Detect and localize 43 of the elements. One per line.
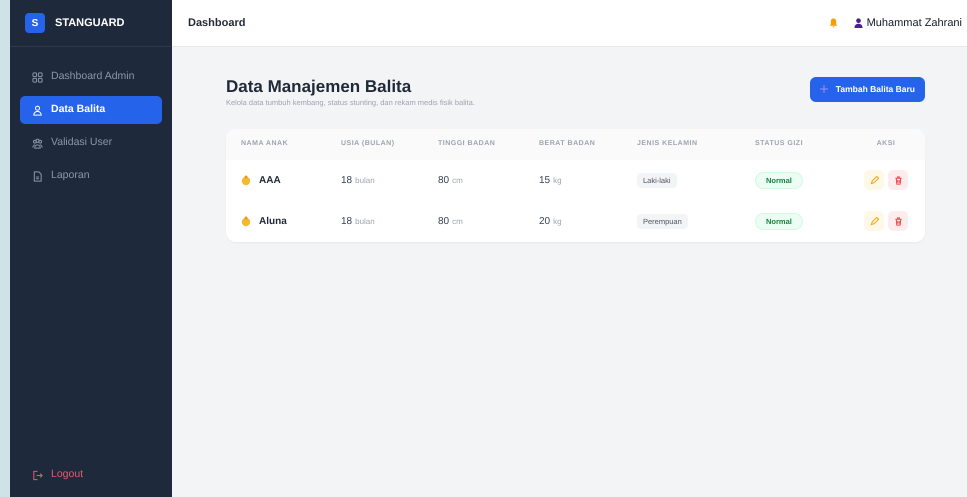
unit-text: kg: [553, 174, 562, 187]
group-icon: [32, 138, 43, 148]
grid-icon: [32, 72, 43, 82]
add-button[interactable]: Tambah Balita Baru: [810, 77, 925, 102]
child-name: AAA: [259, 174, 281, 188]
user-name[interactable]: Muhammat Zahrani: [866, 14, 962, 32]
logout-button[interactable]: Logout: [20, 461, 162, 489]
page-title: Data Manajemen Balita: [226, 77, 412, 98]
child-name: Aluna: [259, 214, 287, 229]
logout-icon: [32, 470, 43, 480]
page-heading: Dashboard: [188, 16, 246, 31]
baby-icon: [241, 174, 251, 186]
people-icon: [32, 104, 43, 116]
value-text: 15: [539, 174, 550, 188]
edit-button[interactable]: [864, 211, 884, 232]
delete-button[interactable]: [888, 211, 908, 232]
logo-badge: S: [25, 13, 45, 33]
value-text: 20: [539, 214, 550, 229]
unit-text: kg: [553, 216, 562, 228]
unit-text: bulan: [355, 174, 375, 187]
baby-icon: [241, 216, 251, 227]
brand-name: STANGUARD: [55, 16, 124, 31]
document-icon: [32, 170, 43, 182]
bell-icon[interactable]: [828, 18, 838, 28]
sidebar-item[interactable]: Data Balita: [20, 96, 162, 124]
trash-icon: [894, 216, 902, 226]
pencil-icon: [870, 216, 878, 226]
sidebar-item[interactable]: Validasi User: [20, 129, 162, 157]
plus-icon: [820, 85, 828, 94]
sidebar-item[interactable]: Dashboard Admin: [20, 63, 162, 91]
value-text: 18: [341, 174, 352, 188]
trash-icon: [894, 176, 902, 185]
value-text: 18: [341, 214, 352, 229]
sidebar-item[interactable]: Laporan: [20, 162, 162, 190]
edit-button[interactable]: [864, 170, 884, 190]
user-icon: [854, 18, 863, 28]
value-text: 80: [438, 174, 450, 188]
value-text: 80: [438, 214, 450, 229]
pencil-icon: [870, 176, 878, 185]
unit-text: cm: [452, 216, 463, 228]
delete-button[interactable]: [888, 170, 908, 190]
unit-text: bulan: [355, 216, 375, 228]
unit-text: cm: [452, 174, 463, 187]
